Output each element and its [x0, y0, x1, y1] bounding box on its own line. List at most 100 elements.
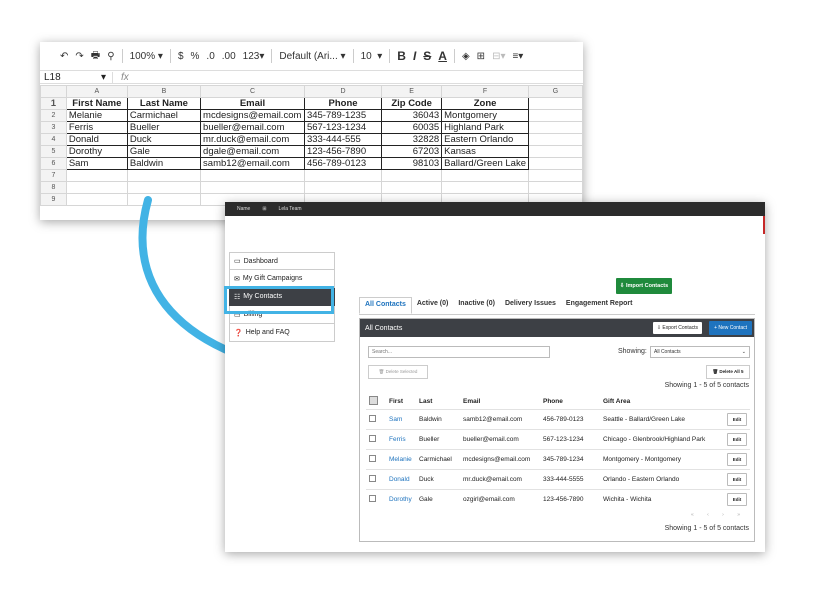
column-letter[interactable]: D: [303, 85, 383, 98]
column-letter[interactable]: C: [200, 85, 305, 98]
empty-cell[interactable]: [126, 193, 202, 206]
contact-cell[interactable]: Sam: [386, 409, 416, 430]
edit-button[interactable]: Edit: [727, 473, 747, 486]
empty-cell[interactable]: [126, 181, 202, 194]
tab-item[interactable]: Delivery Issues: [500, 297, 561, 314]
search-input[interactable]: [368, 346, 550, 358]
column-header[interactable]: Email: [460, 393, 540, 410]
row-checkbox[interactable]: [366, 449, 386, 470]
tab-item[interactable]: All Contacts: [359, 297, 412, 314]
data-cell[interactable]: samb12@email.com: [200, 157, 305, 170]
bold-button[interactable]: B: [397, 49, 406, 63]
column-letter[interactable]: B: [126, 85, 202, 98]
increase-decimal-button[interactable]: .00: [222, 51, 236, 62]
header-cell[interactable]: Phone: [303, 97, 383, 110]
row-number[interactable]: 7: [40, 169, 67, 182]
row-checkbox[interactable]: [366, 429, 386, 450]
row-number[interactable]: 9: [40, 193, 67, 206]
row-number[interactable]: 4: [40, 133, 67, 146]
tab-item[interactable]: Inactive (0): [453, 297, 500, 314]
column-header[interactable]: Phone: [540, 393, 600, 410]
text-color-button[interactable]: A: [438, 49, 447, 63]
contact-cell[interactable]: Melanie: [386, 449, 416, 470]
export-contacts-button[interactable]: ⇩ Export Contacts: [652, 322, 702, 334]
paint-format-icon[interactable]: ⚲: [107, 51, 114, 62]
data-cell[interactable]: 345-789-1235: [303, 109, 383, 122]
data-cell[interactable]: 333-444-555: [303, 133, 383, 146]
contact-cell[interactable]: Donald: [386, 469, 416, 490]
empty-cell[interactable]: [441, 169, 529, 182]
row-number[interactable]: 3: [40, 121, 67, 134]
select-all-checkbox[interactable]: [366, 393, 386, 410]
row-checkbox[interactable]: [366, 489, 386, 509]
delete-selected-button[interactable]: 🗑 Delete Selected: [368, 365, 428, 379]
data-cell[interactable]: Carmichael: [126, 109, 202, 122]
empty-cell[interactable]: [303, 181, 383, 194]
data-cell[interactable]: Dorothy: [65, 145, 128, 158]
fill-color-icon[interactable]: ◈: [462, 51, 470, 62]
decrease-decimal-button[interactable]: .0: [206, 51, 214, 62]
row-number[interactable]: 1: [40, 97, 67, 110]
empty-cell[interactable]: [200, 181, 305, 194]
data-cell[interactable]: 567-123-1234: [303, 121, 383, 134]
data-cell[interactable]: 32828: [381, 133, 443, 146]
tab-item[interactable]: Active (0): [412, 297, 454, 314]
zoom-select[interactable]: 100% ▾: [130, 51, 163, 62]
column-header[interactable]: Gift Area: [600, 393, 712, 410]
name-box[interactable]: L18 ▾: [40, 71, 113, 83]
merge-cells-icon[interactable]: ⊟▾: [492, 51, 505, 62]
data-cell[interactable]: mr.duck@email.com: [200, 133, 305, 146]
column-header[interactable]: Last: [416, 393, 460, 410]
header-cell[interactable]: First Name: [65, 97, 128, 110]
empty-cell[interactable]: [381, 181, 443, 194]
contact-cell[interactable]: Dorothy: [386, 489, 416, 509]
header-cell[interactable]: Last Name: [126, 97, 202, 110]
empty-cell[interactable]: [65, 181, 128, 194]
data-cell[interactable]: Melanie: [65, 109, 128, 122]
column-letter[interactable]: A: [65, 85, 128, 98]
empty-cell[interactable]: [528, 145, 583, 158]
empty-cell[interactable]: [528, 133, 583, 146]
edit-button[interactable]: Edit: [727, 413, 747, 426]
empty-cell[interactable]: [528, 181, 583, 194]
edit-button[interactable]: Edit: [727, 493, 747, 506]
header-cell[interactable]: Zip Code: [381, 97, 443, 110]
topbar-team[interactable]: Lela Team: [279, 206, 302, 212]
data-cell[interactable]: dgale@email.com: [200, 145, 305, 158]
row-checkbox[interactable]: [366, 409, 386, 430]
data-cell[interactable]: Bueller: [126, 121, 202, 134]
undo-icon[interactable]: ↶: [60, 51, 68, 62]
column-letter[interactable]: F: [441, 85, 529, 98]
currency-button[interactable]: $: [178, 51, 184, 62]
italic-button[interactable]: I: [413, 49, 416, 63]
data-cell[interactable]: 123-456-7890: [303, 145, 383, 158]
data-cell[interactable]: 456-789-0123: [303, 157, 383, 170]
header-cell[interactable]: Email: [200, 97, 305, 110]
data-cell[interactable]: Ballard/Green Lake: [441, 157, 529, 170]
corner-cell[interactable]: [40, 85, 67, 98]
sidebar-item-dashboard[interactable]: ▭ Dashboard: [229, 252, 335, 270]
edit-button[interactable]: Edit: [727, 453, 747, 466]
data-cell[interactable]: Gale: [126, 145, 202, 158]
strikethrough-button[interactable]: S: [423, 49, 431, 63]
empty-cell[interactable]: [381, 169, 443, 182]
row-checkbox[interactable]: [366, 469, 386, 490]
row-number[interactable]: 2: [40, 109, 67, 122]
empty-cell[interactable]: [126, 169, 202, 182]
data-cell[interactable]: 60035: [381, 121, 443, 134]
import-contacts-button[interactable]: ⇩ Import Contacts: [616, 278, 672, 294]
column-letter[interactable]: E: [381, 85, 443, 98]
column-header[interactable]: First: [386, 393, 416, 410]
data-cell[interactable]: Kansas: [441, 145, 529, 158]
redo-icon[interactable]: ↷: [75, 51, 83, 62]
data-cell[interactable]: Ferris: [65, 121, 128, 134]
data-cell[interactable]: Highland Park: [441, 121, 529, 134]
column-letter[interactable]: G: [528, 85, 583, 98]
number-format-select[interactable]: 123 ▾: [243, 51, 265, 62]
row-number[interactable]: 6: [40, 157, 67, 170]
data-cell[interactable]: Baldwin: [126, 157, 202, 170]
empty-cell[interactable]: [200, 169, 305, 182]
data-cell[interactable]: 98103: [381, 157, 443, 170]
data-cell[interactable]: mcdesigns@email.com: [200, 109, 305, 122]
empty-cell[interactable]: [528, 121, 583, 134]
